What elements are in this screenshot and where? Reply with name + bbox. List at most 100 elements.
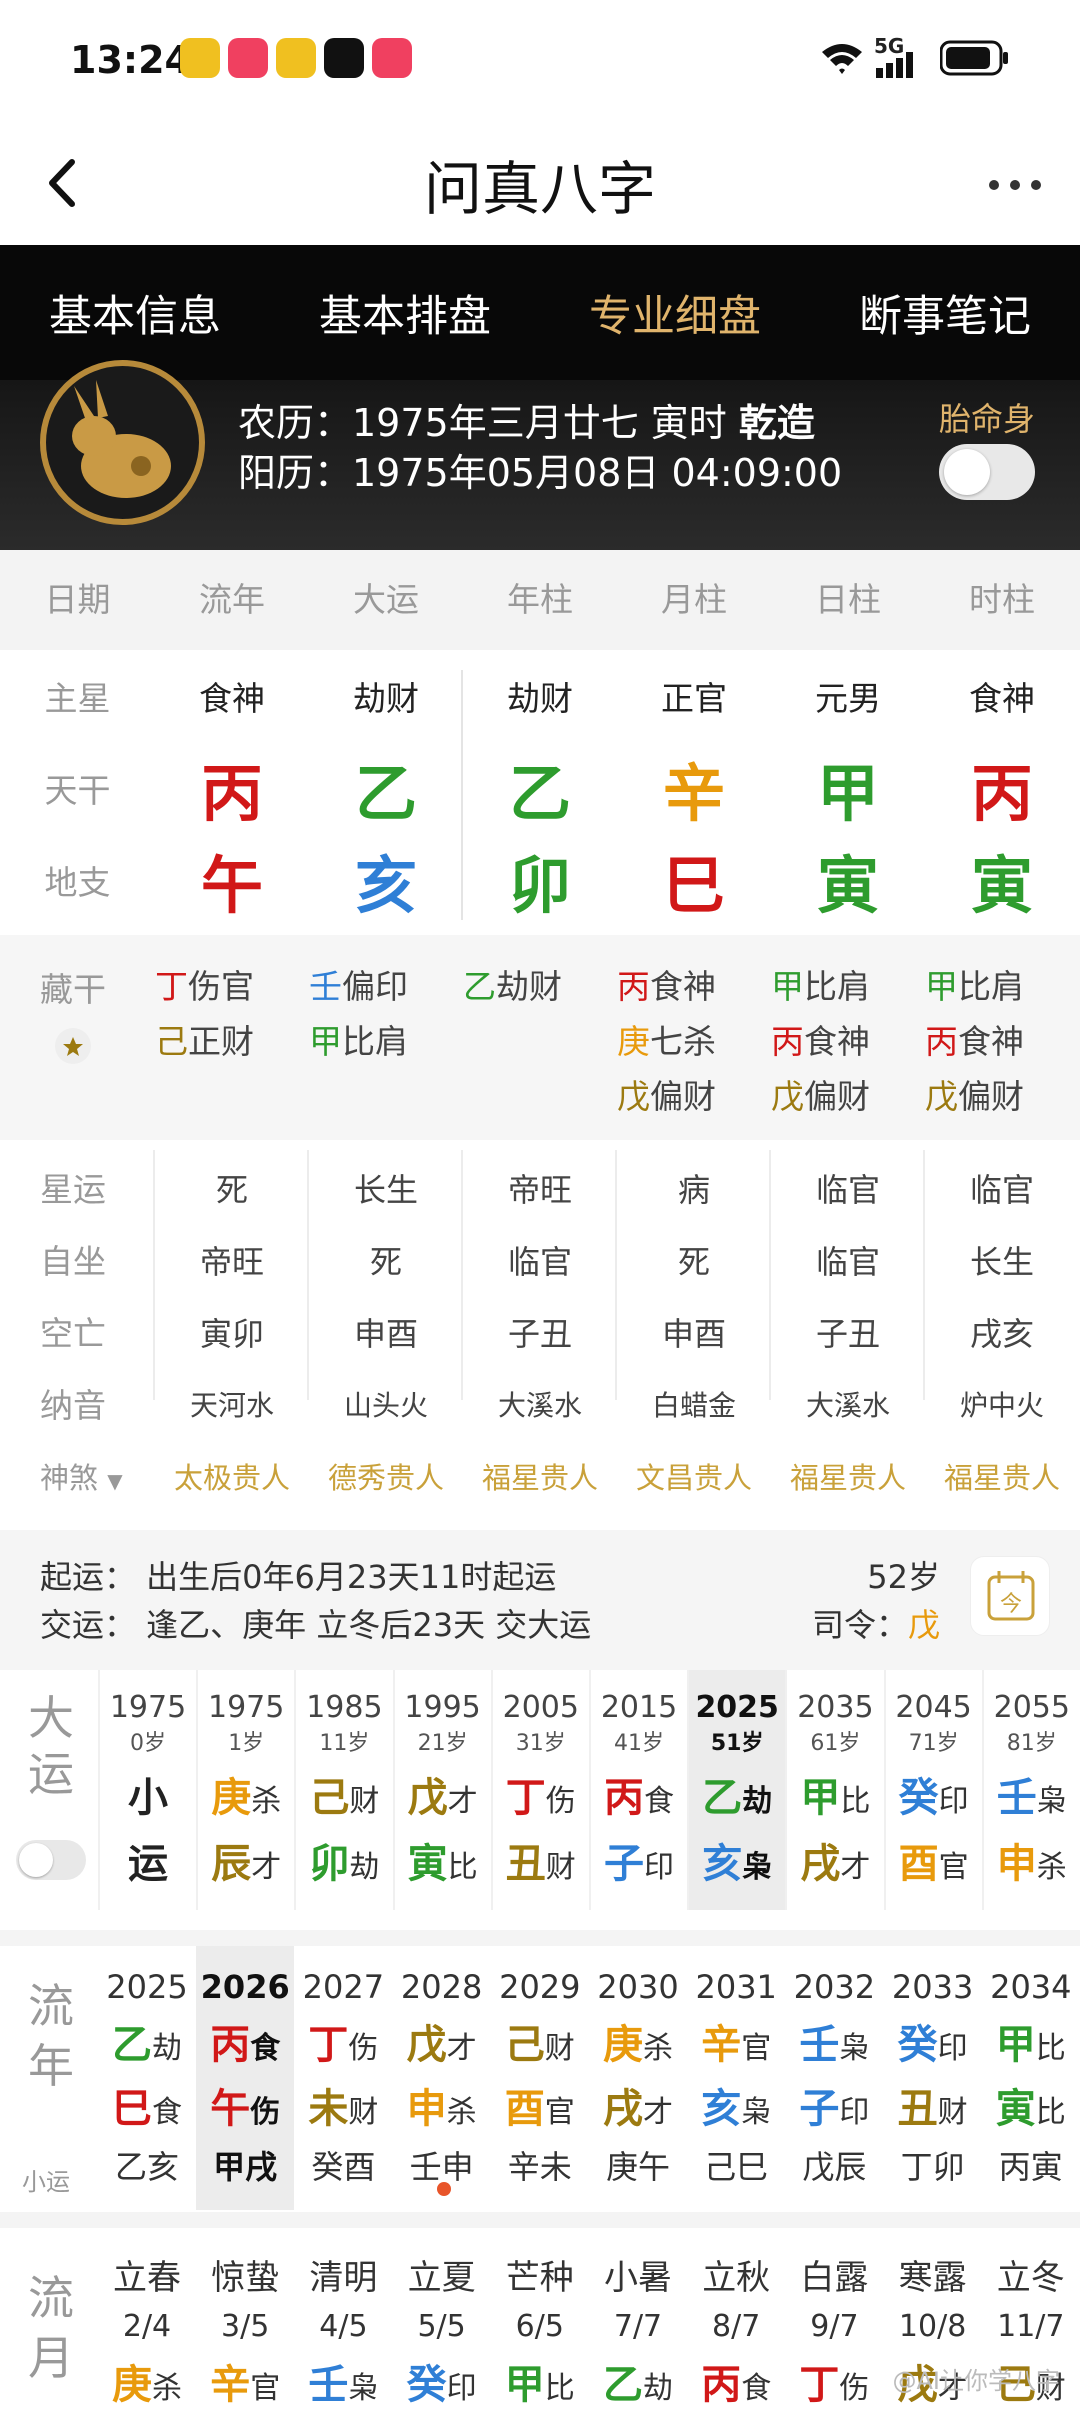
- xiaohongshu-icon: [372, 38, 412, 78]
- weibo-icon: [276, 38, 316, 78]
- liuyue-column[interactable]: 惊蛰 3/5 辛官: [196, 2228, 294, 2410]
- row-dizhi: 地支 午 亥 卯 巳 寅 寅: [0, 834, 1080, 926]
- qiyun-text: 起运： 出生后0年6月23天11时起运: [40, 1558, 557, 1596]
- liuyue-column[interactable]: 立夏 5/5 癸印: [393, 2228, 491, 2410]
- divider: [769, 1150, 771, 1400]
- tab-pro-detail[interactable]: 专业细盘: [589, 282, 761, 344]
- canggan-section: 藏干 丁伤官 己正财 壬偏印 甲比肩 乙劫财 丙食神 庚七杀 戊偏财 甲比肩 丙…: [0, 935, 1080, 1140]
- calendar-icon: 今: [987, 1571, 1035, 1621]
- col-month: 月柱: [661, 580, 727, 619]
- taimingshen-label: 胎命身: [938, 400, 1035, 438]
- cell: 乙: [508, 757, 571, 830]
- divider: [307, 1150, 309, 1400]
- dayun-column[interactable]: 2025 51岁 乙劫 亥枭: [687, 1670, 786, 1910]
- liunian-column[interactable]: 2034 甲比 寅比 丙寅: [982, 1946, 1080, 2210]
- liunian-column[interactable]: 2026 丙食 午伤 甲戌: [196, 1946, 295, 2210]
- page-title: 问真八字: [423, 155, 656, 223]
- wifi-icon: [822, 44, 862, 74]
- cell: 寅: [970, 849, 1033, 922]
- watermark: @AI让你学八字: [892, 2367, 1061, 2395]
- liunian-column[interactable]: 2028 戊才 申杀 壬申: [393, 1946, 491, 2210]
- xiaoyun-label: 小运: [22, 2168, 70, 2196]
- divider: [153, 1150, 155, 1400]
- liuyue-column[interactable]: 立秋 8/7 丙食: [687, 2228, 785, 2410]
- jiaoyun-text: 交运： 逢乙、庚年 立冬后23天 交大运: [40, 1606, 592, 1644]
- tab-basic-chart[interactable]: 基本排盘: [319, 282, 491, 344]
- tab-notes[interactable]: 断事笔记: [859, 282, 1031, 344]
- liuyue-column[interactable]: 白露 9/7 丁伤: [785, 2228, 883, 2410]
- calendar-today-button[interactable]: 今: [970, 1556, 1050, 1636]
- liuyue-column[interactable]: 小暑 7/7 乙劫: [589, 2228, 687, 2410]
- liunian-column[interactable]: 2033 癸印 丑财 丁卯: [884, 1946, 982, 2210]
- liunian-column[interactable]: 2029 己财 酉官 辛未: [491, 1946, 589, 2210]
- pillars-table: 主星 食神 劫财 劫财 正官 元男 食神 天干 丙 乙 乙 辛 甲 丙 地支 午…: [0, 650, 1080, 926]
- xiaoyun-toggle[interactable]: [16, 1840, 86, 1880]
- xiaohongshu-icon: [228, 38, 268, 78]
- tiktok-icon: [324, 38, 364, 78]
- liunian-section: 流年 小运 2025 乙劫 巳食 乙亥 2026 丙食 午伤 甲戌 2027 丁伤 未财 癸酉 2028…: [0, 1930, 1080, 2210]
- battery-icon: [940, 40, 1008, 76]
- col-date: 日期: [44, 580, 111, 619]
- liunian-column[interactable]: 2030 庚杀 戌才 庚午: [589, 1946, 687, 2210]
- star-icon[interactable]: [55, 1028, 91, 1064]
- cell: 元男: [815, 679, 881, 718]
- cell: 卯: [508, 849, 571, 922]
- divider: [461, 670, 463, 920]
- col-hour: 时柱: [969, 580, 1035, 619]
- rabbit-zodiac-icon: [40, 360, 205, 525]
- liunian-column[interactable]: 2025 乙劫 巳食 乙亥: [98, 1946, 196, 2210]
- canggan-col: 丙食神 庚七杀 戊偏财: [617, 967, 716, 1116]
- taimingshen-toggle[interactable]: [939, 444, 1035, 500]
- cell: 甲: [816, 757, 879, 830]
- xingyun-section: 星运 死 长生 帝旺 病 临官 临官 自坐 帝旺 死 临官 死 临官 长生 空亡…: [0, 1140, 1080, 1530]
- row-kongwang: 空亡 寅卯 申酉 子丑 申酉 子丑 戌亥: [40, 1314, 1034, 1353]
- cell: 食神: [199, 679, 265, 718]
- canggan-col: 甲比肩 丙食神 戊偏财: [771, 967, 870, 1116]
- svg-text:今: 今: [1000, 1592, 1022, 1617]
- col-day: 日柱: [815, 580, 881, 619]
- current-year-dot: [437, 2182, 451, 2196]
- col-year: 年柱: [507, 580, 573, 619]
- dayun-column[interactable]: 2005 31岁 丁伤 丑财: [490, 1670, 589, 1910]
- current-age: 52岁: [867, 1558, 940, 1596]
- liunian-column[interactable]: 2031 辛官 亥枭 己巳: [687, 1946, 785, 2210]
- cell: 丙: [200, 757, 263, 830]
- cell: 午: [200, 849, 263, 922]
- row-label: 天干: [44, 771, 111, 810]
- dayun-column[interactable]: 1975 1岁 庚杀 辰才: [196, 1670, 294, 1910]
- toggle-knob: [19, 1843, 53, 1877]
- more-icon[interactable]: [980, 160, 1050, 210]
- signal-icon: [876, 52, 913, 78]
- dayun-column[interactable]: 2045 71岁 癸印 酉官: [883, 1670, 982, 1910]
- dayun-column[interactable]: 1985 11岁 己财 卯劫: [294, 1670, 392, 1910]
- dayun-column[interactable]: 2055 81岁 壬枭 申杀: [981, 1670, 1080, 1910]
- column-header: 日期 流年 大运 年柱 月柱 日柱 时柱: [0, 550, 1080, 650]
- tab-basic-info[interactable]: 基本信息: [49, 282, 221, 344]
- cell: 劫财: [507, 679, 573, 718]
- liuyue-column[interactable]: 立春 2/4 庚杀: [98, 2228, 196, 2410]
- row-nayin: 纳音 天河水 山头火 大溪水 白蜡金 大溪水 炉中火: [40, 1386, 1044, 1425]
- canggan-col: 乙劫财: [463, 967, 562, 1006]
- liunian-column[interactable]: 2027 丁伤 未财 癸酉: [294, 1946, 392, 2210]
- row-zizuo: 自坐 帝旺 死 临官 死 临官 长生: [40, 1242, 1034, 1281]
- solar-date: 阳历：1975年05月08日 04:09:00: [238, 451, 843, 495]
- lunar-date: 农历：1975年三月廿七 寅时 乾造: [238, 401, 815, 445]
- cell: 辛: [662, 757, 725, 830]
- cell: 丙: [970, 757, 1033, 830]
- liuyue-column[interactable]: 清明 4/5 壬枭: [294, 2228, 392, 2410]
- dayun-column[interactable]: 1975 0岁小运: [98, 1670, 196, 1910]
- tab-bar: 基本信息 基本排盘 专业细盘 断事笔记: [0, 245, 1080, 380]
- liuyue-column[interactable]: 芒种 6/5 甲比: [491, 2228, 589, 2410]
- cell: 亥: [354, 849, 417, 922]
- dayun-section: 大运 1975 0岁小运 1975 1岁 庚杀 辰才 1985 11岁 己财 卯劫 1995 21岁戊…: [0, 1670, 1080, 1910]
- cell: 寅: [816, 849, 879, 922]
- col-dayun: 大运: [353, 580, 419, 619]
- row-xingyun: 星运 死 长生 帝旺 病 临官 临官: [40, 1170, 1034, 1209]
- liunian-column[interactable]: 2032 壬枭 子印 戊辰: [785, 1946, 883, 2210]
- dayun-column[interactable]: 2035 61岁 甲比 戌才: [785, 1670, 883, 1910]
- dayun-column[interactable]: 1995 21岁 戊才 寅比: [392, 1670, 491, 1910]
- caret-down-icon: ▼: [107, 1469, 123, 1493]
- dayun-column[interactable]: 2015 41岁 丙食 子印: [589, 1670, 687, 1910]
- shensha-dropdown[interactable]: 神煞 ▼: [40, 1442, 123, 1514]
- divider: [461, 1150, 463, 1400]
